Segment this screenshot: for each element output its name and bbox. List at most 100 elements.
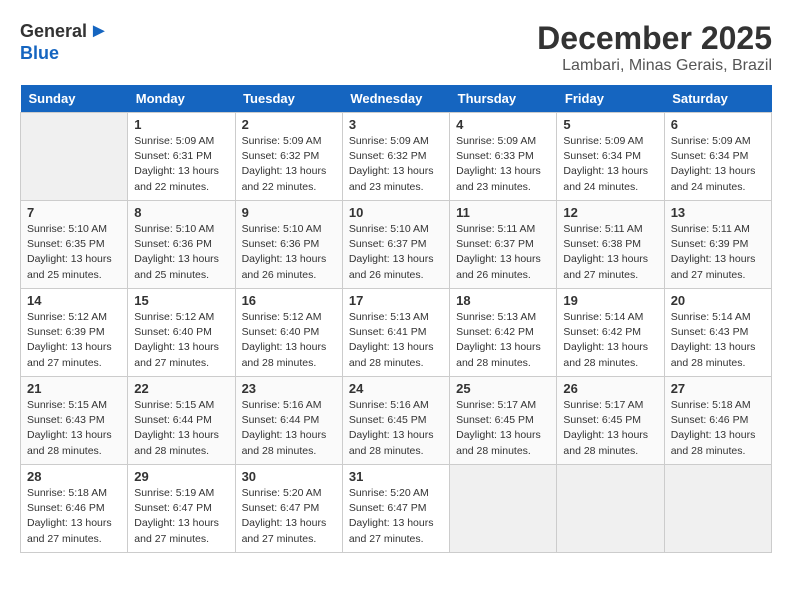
day-detail: Sunrise: 5:15 AMSunset: 6:44 PMDaylight:… <box>134 398 228 459</box>
day-number: 7 <box>27 205 121 220</box>
day-detail: Sunrise: 5:15 AMSunset: 6:43 PMDaylight:… <box>27 398 121 459</box>
calendar-cell: 26 Sunrise: 5:17 AMSunset: 6:45 PMDayligh… <box>557 377 664 465</box>
day-number: 13 <box>671 205 765 220</box>
day-number: 31 <box>349 469 443 484</box>
calendar-cell: 23 Sunrise: 5:16 AMSunset: 6:44 PMDayligh… <box>235 377 342 465</box>
calendar-cell: 22 Sunrise: 5:15 AMSunset: 6:44 PMDayligh… <box>128 377 235 465</box>
day-number: 19 <box>563 293 657 308</box>
calendar-cell: 4 Sunrise: 5:09 AMSunset: 6:33 PMDaylight… <box>450 113 557 201</box>
day-detail: Sunrise: 5:17 AMSunset: 6:45 PMDaylight:… <box>563 398 657 459</box>
calendar-week-row: 7Sunrise: 5:10 AMSunset: 6:35 PMDaylight… <box>21 201 772 289</box>
day-number: 8 <box>134 205 228 220</box>
day-detail: Sunrise: 5:11 AMSunset: 6:38 PMDaylight:… <box>563 222 657 283</box>
day-number: 18 <box>456 293 550 308</box>
calendar-cell <box>21 113 128 201</box>
day-number: 1 <box>134 117 228 132</box>
calendar-cell: 17 Sunrise: 5:13 AMSunset: 6:41 PMDayligh… <box>342 289 449 377</box>
day-number: 16 <box>242 293 336 308</box>
weekday-header-thursday: Thursday <box>450 85 557 113</box>
day-detail: Sunrise: 5:12 AMSunset: 6:39 PMDaylight:… <box>27 310 121 371</box>
month-title: December 2025 <box>537 20 772 57</box>
day-detail: Sunrise: 5:18 AMSunset: 6:46 PMDaylight:… <box>671 398 765 459</box>
calendar-cell: 5 Sunrise: 5:09 AMSunset: 6:34 PMDaylight… <box>557 113 664 201</box>
day-detail: Sunrise: 5:09 AMSunset: 6:31 PMDaylight:… <box>134 134 228 195</box>
day-number: 14 <box>27 293 121 308</box>
day-detail: Sunrise: 5:09 AMSunset: 6:33 PMDaylight:… <box>456 134 550 195</box>
location-title: Lambari, Minas Gerais, Brazil <box>537 57 772 75</box>
title-area: December 2025 Lambari, Minas Gerais, Bra… <box>537 20 772 75</box>
calendar-table: SundayMondayTuesdayWednesdayThursdayFrid… <box>20 85 772 553</box>
logo-general-text: General <box>20 21 87 42</box>
calendar-cell: 3 Sunrise: 5:09 AMSunset: 6:32 PMDaylight… <box>342 113 449 201</box>
day-detail: Sunrise: 5:13 AMSunset: 6:42 PMDaylight:… <box>456 310 550 371</box>
day-detail: Sunrise: 5:12 AMSunset: 6:40 PMDaylight:… <box>134 310 228 371</box>
calendar-cell: 13 Sunrise: 5:11 AMSunset: 6:39 PMDayligh… <box>664 201 771 289</box>
day-number: 4 <box>456 117 550 132</box>
day-detail: Sunrise: 5:16 AMSunset: 6:45 PMDaylight:… <box>349 398 443 459</box>
day-detail: Sunrise: 5:09 AMSunset: 6:34 PMDaylight:… <box>563 134 657 195</box>
logo-bird-icon: ► <box>89 20 109 43</box>
calendar-cell: 24 Sunrise: 5:16 AMSunset: 6:45 PMDayligh… <box>342 377 449 465</box>
day-number: 26 <box>563 381 657 396</box>
calendar-cell: 14 Sunrise: 5:12 AMSunset: 6:39 PMDayligh… <box>21 289 128 377</box>
day-detail: Sunrise: 5:16 AMSunset: 6:44 PMDaylight:… <box>242 398 336 459</box>
day-number: 24 <box>349 381 443 396</box>
calendar-cell: 19Sunrise: 5:14 AMSunset: 6:42 PMDayligh… <box>557 289 664 377</box>
page-header: General ► Blue December 2025 Lambari, Mi… <box>20 20 772 75</box>
calendar-cell: 21 Sunrise: 5:15 AMSunset: 6:43 PMDayligh… <box>21 377 128 465</box>
day-detail: Sunrise: 5:20 AMSunset: 6:47 PMDaylight:… <box>349 486 443 547</box>
calendar-cell: 2Sunrise: 5:09 AMSunset: 6:32 PMDaylight… <box>235 113 342 201</box>
calendar-header-row: SundayMondayTuesdayWednesdayThursdayFrid… <box>21 85 772 113</box>
day-detail: Sunrise: 5:11 AMSunset: 6:37 PMDaylight:… <box>456 222 550 283</box>
calendar-cell: 29 Sunrise: 5:19 AMSunset: 6:47 PMDayligh… <box>128 465 235 553</box>
day-number: 30 <box>242 469 336 484</box>
calendar-cell: 9Sunrise: 5:10 AMSunset: 6:36 PMDaylight… <box>235 201 342 289</box>
day-detail: Sunrise: 5:09 AMSunset: 6:32 PMDaylight:… <box>242 134 336 195</box>
calendar-cell: 18 Sunrise: 5:13 AMSunset: 6:42 PMDayligh… <box>450 289 557 377</box>
day-detail: Sunrise: 5:09 AMSunset: 6:32 PMDaylight:… <box>349 134 443 195</box>
calendar-cell: 1 Sunrise: 5:09 AMSunset: 6:31 PMDaylight… <box>128 113 235 201</box>
calendar-body: 1 Sunrise: 5:09 AMSunset: 6:31 PMDaylight… <box>21 113 772 553</box>
calendar-cell: 25Sunrise: 5:17 AMSunset: 6:45 PMDayligh… <box>450 377 557 465</box>
calendar-cell: 30 Sunrise: 5:20 AMSunset: 6:47 PMDayligh… <box>235 465 342 553</box>
day-detail: Sunrise: 5:10 AMSunset: 6:36 PMDaylight:… <box>242 222 336 283</box>
day-detail: Sunrise: 5:09 AMSunset: 6:34 PMDaylight:… <box>671 134 765 195</box>
calendar-cell: 12 Sunrise: 5:11 AMSunset: 6:38 PMDayligh… <box>557 201 664 289</box>
day-number: 22 <box>134 381 228 396</box>
calendar-cell <box>557 465 664 553</box>
calendar-cell: 31 Sunrise: 5:20 AMSunset: 6:47 PMDayligh… <box>342 465 449 553</box>
day-number: 29 <box>134 469 228 484</box>
calendar-cell: 16 Sunrise: 5:12 AMSunset: 6:40 PMDayligh… <box>235 289 342 377</box>
day-detail: Sunrise: 5:18 AMSunset: 6:46 PMDaylight:… <box>27 486 121 547</box>
weekday-header-wednesday: Wednesday <box>342 85 449 113</box>
calendar-cell: 11 Sunrise: 5:11 AMSunset: 6:37 PMDayligh… <box>450 201 557 289</box>
calendar-cell <box>664 465 771 553</box>
day-detail: Sunrise: 5:17 AMSunset: 6:45 PMDaylight:… <box>456 398 550 459</box>
calendar-cell: 27Sunrise: 5:18 AMSunset: 6:46 PMDayligh… <box>664 377 771 465</box>
day-number: 6 <box>671 117 765 132</box>
day-detail: Sunrise: 5:12 AMSunset: 6:40 PMDaylight:… <box>242 310 336 371</box>
calendar-week-row: 1 Sunrise: 5:09 AMSunset: 6:31 PMDaylight… <box>21 113 772 201</box>
day-number: 20 <box>671 293 765 308</box>
calendar-cell: 20Sunrise: 5:14 AMSunset: 6:43 PMDayligh… <box>664 289 771 377</box>
day-detail: Sunrise: 5:20 AMSunset: 6:47 PMDaylight:… <box>242 486 336 547</box>
day-number: 10 <box>349 205 443 220</box>
day-number: 21 <box>27 381 121 396</box>
logo: General ► Blue <box>20 20 109 64</box>
day-number: 11 <box>456 205 550 220</box>
day-detail: Sunrise: 5:10 AMSunset: 6:37 PMDaylight:… <box>349 222 443 283</box>
day-number: 15 <box>134 293 228 308</box>
calendar-week-row: 21 Sunrise: 5:15 AMSunset: 6:43 PMDayligh… <box>21 377 772 465</box>
day-number: 5 <box>563 117 657 132</box>
day-number: 17 <box>349 293 443 308</box>
day-detail: Sunrise: 5:19 AMSunset: 6:47 PMDaylight:… <box>134 486 228 547</box>
calendar-cell: 8Sunrise: 5:10 AMSunset: 6:36 PMDaylight… <box>128 201 235 289</box>
weekday-header-monday: Monday <box>128 85 235 113</box>
weekday-header-tuesday: Tuesday <box>235 85 342 113</box>
day-number: 3 <box>349 117 443 132</box>
day-number: 23 <box>242 381 336 396</box>
day-detail: Sunrise: 5:11 AMSunset: 6:39 PMDaylight:… <box>671 222 765 283</box>
day-number: 28 <box>27 469 121 484</box>
day-number: 12 <box>563 205 657 220</box>
day-detail: Sunrise: 5:13 AMSunset: 6:41 PMDaylight:… <box>349 310 443 371</box>
